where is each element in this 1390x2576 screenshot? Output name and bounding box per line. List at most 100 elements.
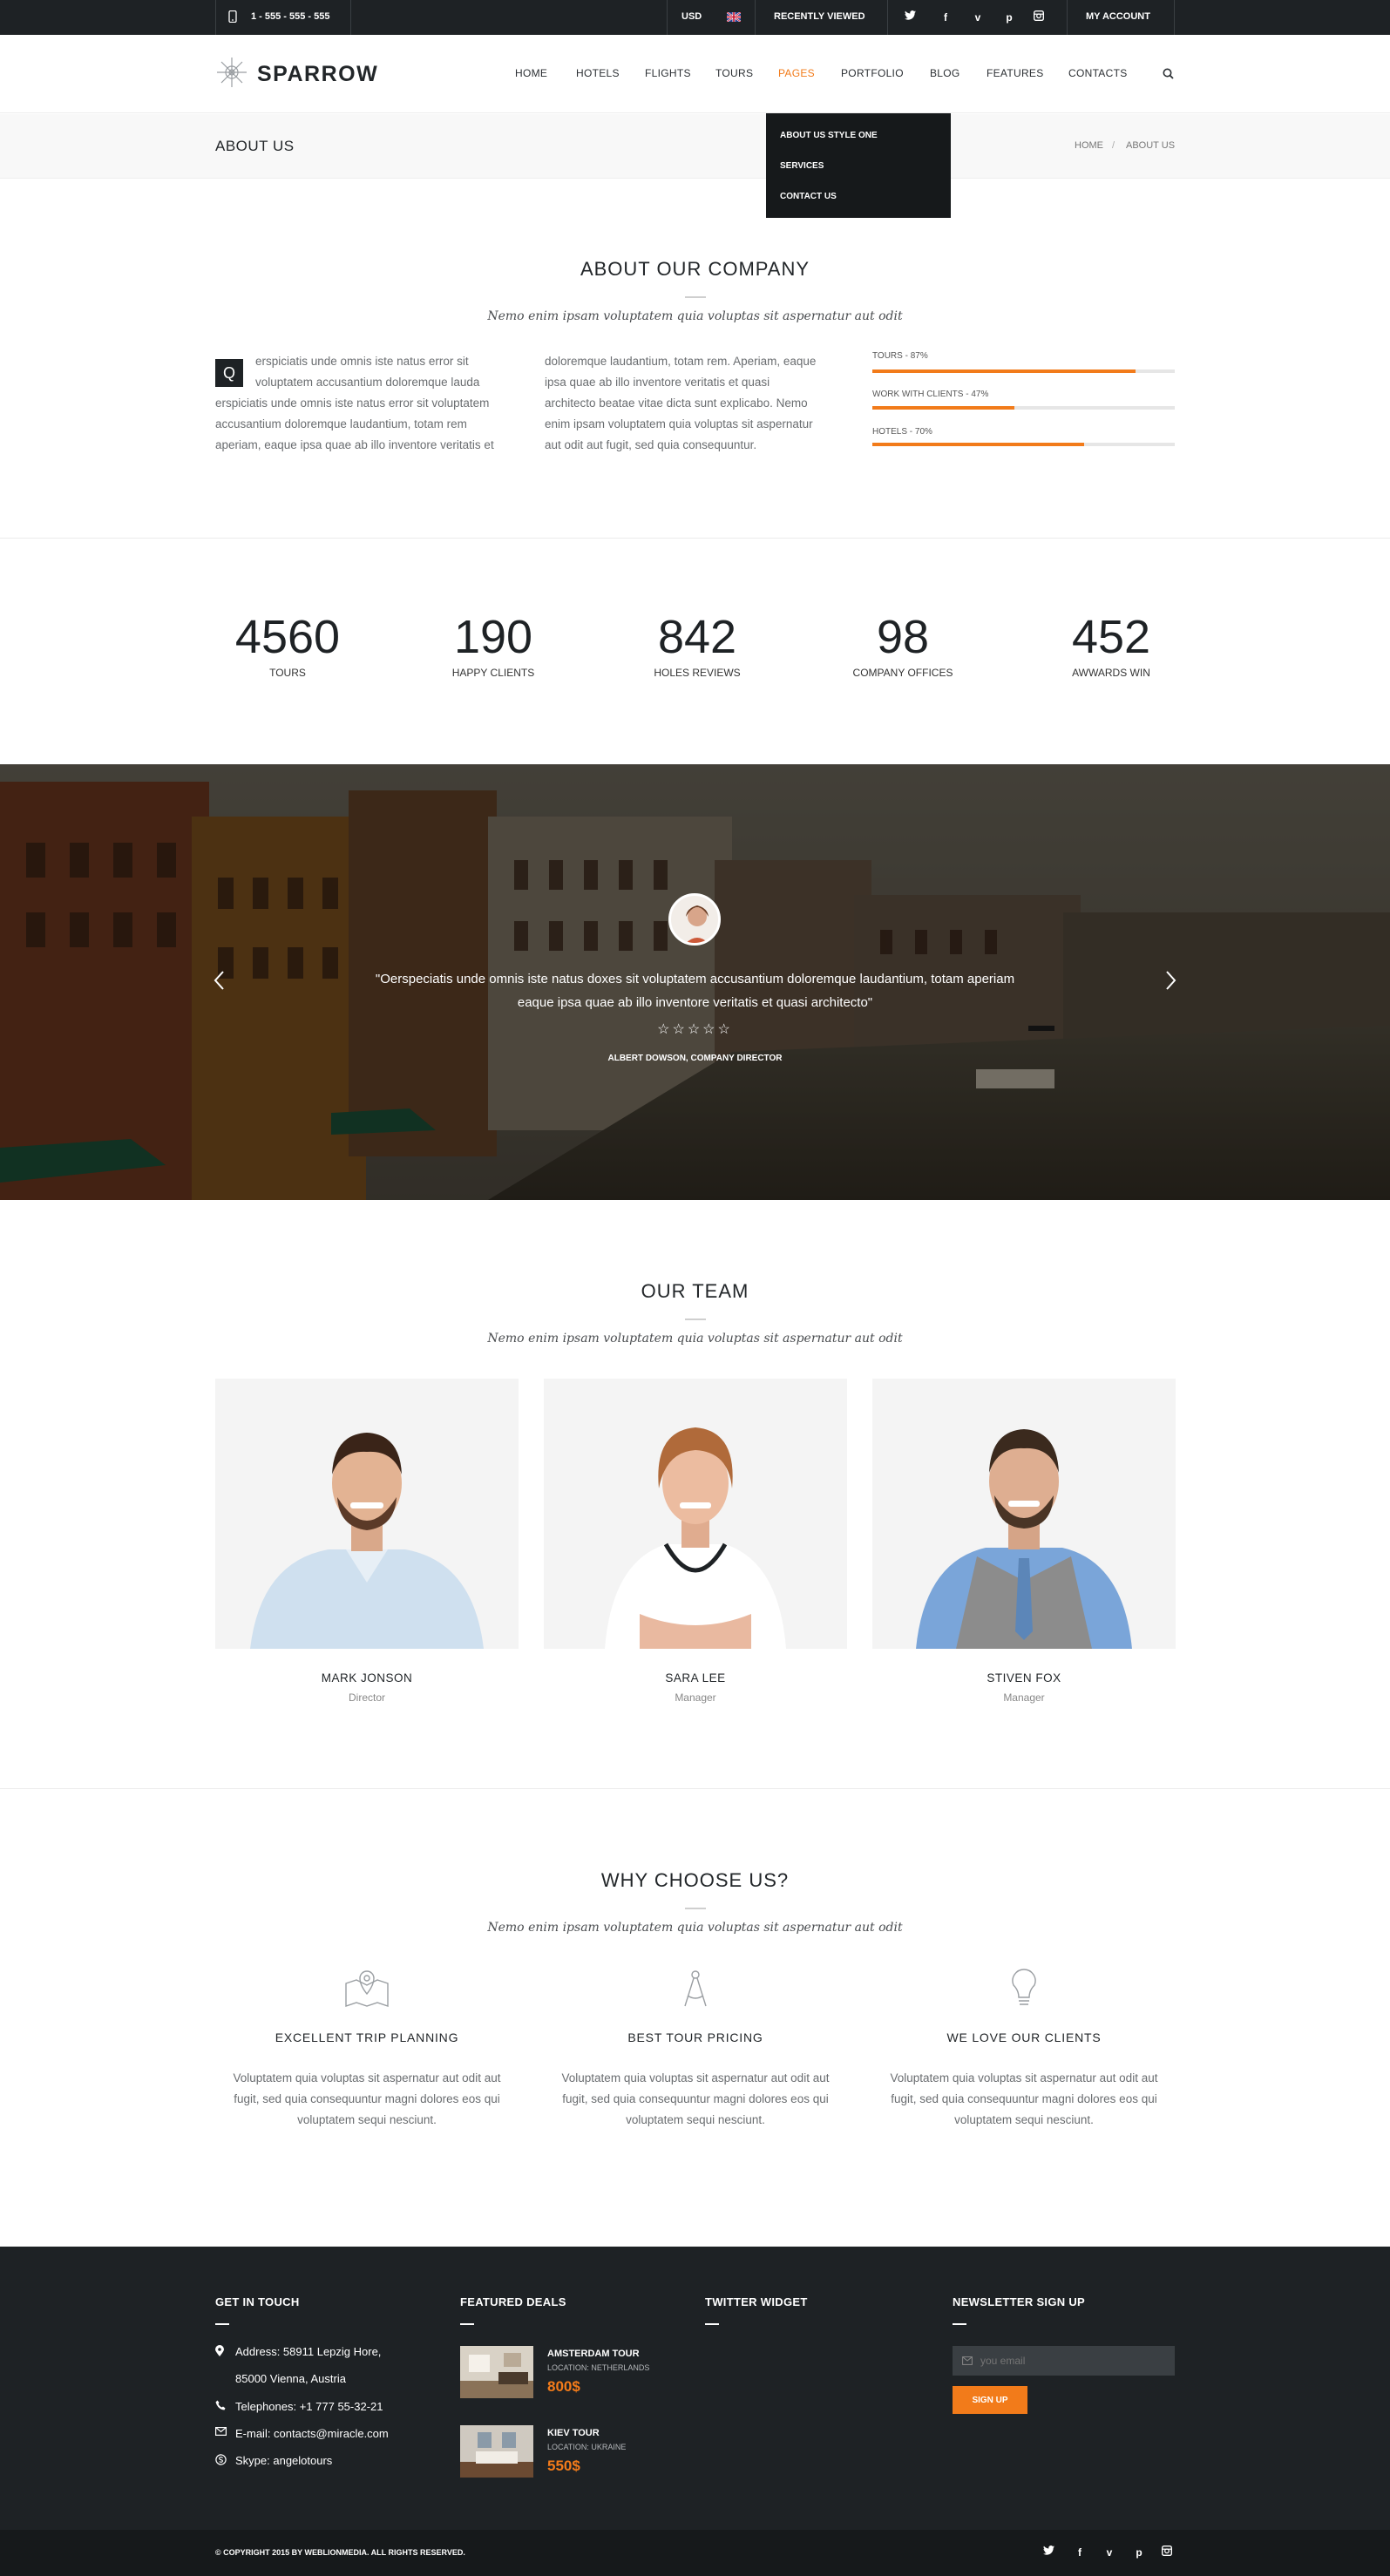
divider: [460, 2323, 474, 2325]
currency-selector[interactable]: USD: [681, 11, 702, 22]
testimonial-author: ALBERT DOWSON, COMPANY DIRECTOR: [607, 1054, 783, 1063]
telephone-icon: [215, 2400, 227, 2412]
deal-location: LOCATION: NETHERLANDS: [547, 2363, 650, 2372]
why-title: WHY CHOOSE US?: [600, 1869, 790, 1891]
vimeo-icon[interactable]: v: [1102, 2545, 1116, 2559]
team-member-name: SARA LEE: [665, 1671, 726, 1685]
footer-address-line: 85000 Vienna, Austria: [235, 2372, 346, 2385]
skill-label-work-with-clients: WORK WITH CLIENTS - 47%: [872, 390, 989, 399]
counter-label: TOURS: [269, 667, 306, 679]
about-col2-line: doloremque laudantium, totam rem. Aperia…: [545, 355, 817, 368]
logo-text[interactable]: SPARROW: [257, 62, 378, 87]
twitter-icon[interactable]: [1043, 2545, 1057, 2559]
about-col1-line: voluptatem accusantium doloremque lauda: [255, 376, 480, 389]
why-item-line: voluptatem sequi nesciunt.: [954, 2113, 1094, 2126]
my-account-link[interactable]: MY ACCOUNT: [1086, 11, 1150, 22]
deal-title[interactable]: KIEV TOUR: [547, 2428, 600, 2438]
nav-features[interactable]: FEATURES: [987, 67, 1044, 79]
twitter-icon[interactable]: [905, 10, 919, 24]
vimeo-icon[interactable]: v: [971, 10, 985, 24]
nav-home[interactable]: HOME: [515, 67, 547, 79]
logo-icon[interactable]: [215, 56, 248, 89]
dropdown-item-about-us[interactable]: ABOUT US STYLE ONE: [780, 131, 878, 140]
footer-telephone[interactable]: Telephones: +1 777 55-32-21: [235, 2400, 383, 2413]
footer-email[interactable]: E-mail: contacts@miracle.com: [235, 2427, 389, 2440]
team-member-role: Manager: [675, 1691, 716, 1704]
facebook-icon[interactable]: f: [1073, 2545, 1087, 2559]
divider: [685, 296, 706, 298]
pinterest-icon[interactable]: p: [1002, 10, 1016, 24]
chevron-left-icon[interactable]: [211, 968, 228, 993]
recently-viewed-link[interactable]: RECENTLY VIEWED: [774, 11, 865, 22]
why-item-line: voluptatem sequi nesciunt.: [626, 2113, 765, 2126]
why-item-text: Voluptatem quia voluptas sit aspernatur …: [215, 2068, 519, 2131]
deal-title[interactable]: AMSTERDAM TOUR: [547, 2349, 640, 2359]
deal-thumbnail[interactable]: [460, 2425, 533, 2478]
counter-value: 190: [453, 611, 533, 663]
copyright-text: © COPYRIGHT 2015 BY WEBLIONMEDIA. ALL RI…: [215, 2548, 465, 2557]
skill-bar-fill: [872, 406, 1015, 410]
bottom-bar: © COPYRIGHT 2015 BY WEBLIONMEDIA. ALL RI…: [0, 2530, 1390, 2576]
envelope-icon: [215, 2427, 227, 2439]
divider: [685, 1908, 706, 1909]
team-member-role: Director: [348, 1691, 385, 1704]
counter-value: 452: [1071, 611, 1151, 663]
signup-button[interactable]: SIGN UP: [953, 2386, 1027, 2414]
deal-thumbnail[interactable]: [460, 2346, 533, 2398]
instagram-icon[interactable]: [1162, 2545, 1176, 2559]
divider: [215, 2323, 229, 2325]
newsletter-email-input[interactable]: [953, 2346, 1175, 2376]
counter-label: HAPPY CLIENTS: [451, 667, 535, 679]
about-col1-line: aperiam, eaque ipsa quae ab illo invento…: [215, 438, 494, 451]
instagram-icon[interactable]: [1034, 10, 1048, 24]
dropdown-item-services[interactable]: SERVICES: [780, 161, 824, 171]
testimonial-quote-line: "Oerspeciatis unde omnis iste natus doxe…: [375, 972, 1015, 986]
chevron-right-icon[interactable]: [1162, 968, 1179, 993]
breadcrumb-home[interactable]: HOME: [1075, 140, 1103, 151]
divider: [705, 2323, 719, 2325]
deal-price: 550$: [547, 2457, 580, 2474]
testimonial-slider: "Oerspeciatis unde omnis iste natus doxe…: [0, 764, 1390, 1200]
facebook-icon[interactable]: f: [939, 10, 953, 24]
nav-tours[interactable]: TOURS: [715, 67, 753, 79]
map-pin-icon: [215, 2345, 227, 2357]
team-photo[interactable]: [872, 1379, 1176, 1649]
search-icon[interactable]: [1163, 68, 1174, 79]
breadcrumb-current: ABOUT US: [1126, 140, 1176, 151]
footer-skype[interactable]: Skype: angelotours: [235, 2454, 332, 2467]
skype-icon: [215, 2454, 227, 2466]
nav-portfolio[interactable]: PORTFOLIO: [841, 67, 904, 79]
nav-blog[interactable]: BLOG: [930, 67, 960, 79]
team-subtitle: Nemo enim ipsam voluptatem quia voluptas…: [487, 1332, 903, 1346]
nav-pages[interactable]: PAGES: [778, 67, 815, 79]
team-photo[interactable]: [544, 1379, 847, 1649]
divider: [1067, 0, 1068, 35]
testimonial-quote: "Oerspeciatis unde omnis iste natus doxe…: [349, 967, 1041, 1014]
nav-contacts[interactable]: CONTACTS: [1068, 67, 1128, 79]
phone-number[interactable]: 1 - 555 - 555 - 555: [251, 11, 330, 22]
about-col1-line: erspiciatis unde omnis iste natus error …: [255, 355, 469, 368]
divider: [1174, 0, 1175, 35]
why-item-line: Voluptatem quia voluptas sit aspernatur …: [561, 2071, 830, 2085]
deal-price: 800$: [547, 2378, 580, 2395]
breadcrumb-separator: /: [1112, 140, 1115, 151]
pages-dropdown-menu: ABOUT US STYLE ONE SERVICES CONTACT US: [766, 113, 951, 218]
page-title-bar: ABOUT US HOME / ABOUT US: [0, 114, 1390, 179]
about-col1-line: erspiciatis unde omnis iste natus error …: [215, 397, 490, 410]
compass-icon: [544, 1968, 847, 2008]
why-item-text: Voluptatem quia voluptas sit aspernatur …: [544, 2068, 847, 2131]
nav-flights[interactable]: FLIGHTS: [645, 67, 691, 79]
footer-heading-get-in-touch: GET IN TOUCH: [215, 2295, 300, 2308]
nav-hotels[interactable]: HOTELS: [576, 67, 620, 79]
divider: [953, 2323, 966, 2325]
team-photo[interactable]: [215, 1379, 519, 1649]
about-col2-line: aut odit aut fugit, sed quia consequuntu…: [545, 438, 757, 451]
skill-bar-fill: [872, 369, 1136, 373]
divider: [350, 0, 351, 35]
dropdown-item-contact-us[interactable]: CONTACT US: [780, 192, 837, 201]
footer-heading-newsletter: NEWSLETTER SIGN UP: [953, 2295, 1086, 2308]
uk-flag-icon[interactable]: [727, 12, 741, 22]
top-bar: 1 - 555 - 555 - 555 USD RECENTLY VIEWED …: [0, 0, 1390, 35]
counter-label: HOLES REVIEWS: [654, 667, 741, 679]
pinterest-icon[interactable]: p: [1132, 2545, 1146, 2559]
